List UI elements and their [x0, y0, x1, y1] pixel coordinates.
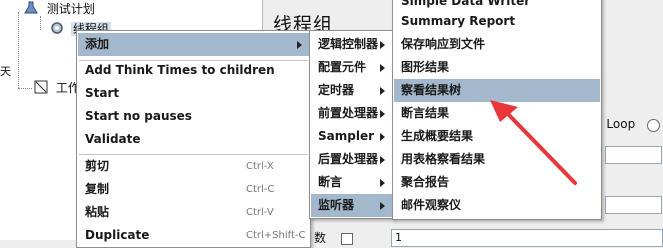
annotation-arrow-icon: [490, 100, 577, 185]
